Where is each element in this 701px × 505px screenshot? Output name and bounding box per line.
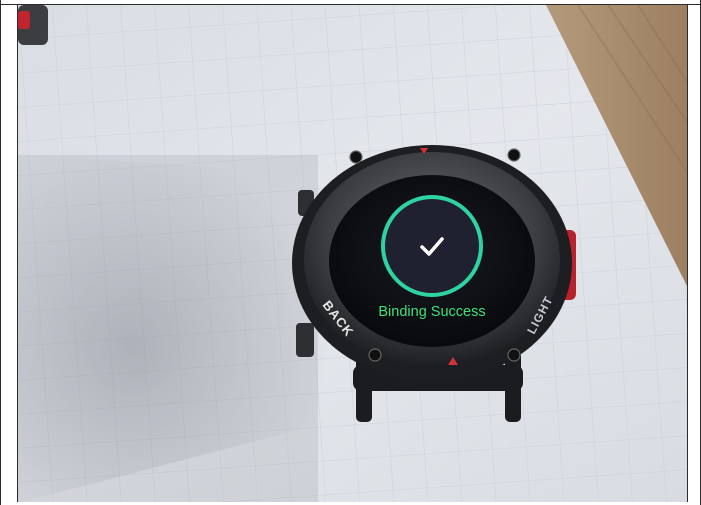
photo-frame: BACK LIGHT Binding Success — [17, 4, 688, 502]
back-button — [296, 323, 314, 357]
success-ring — [381, 195, 483, 297]
watch-photo: BACK LIGHT Binding Success — [18, 5, 687, 502]
status-text: Binding Success — [378, 304, 485, 320]
frame-border-left — [0, 0, 1, 505]
corner-object — [18, 5, 48, 45]
